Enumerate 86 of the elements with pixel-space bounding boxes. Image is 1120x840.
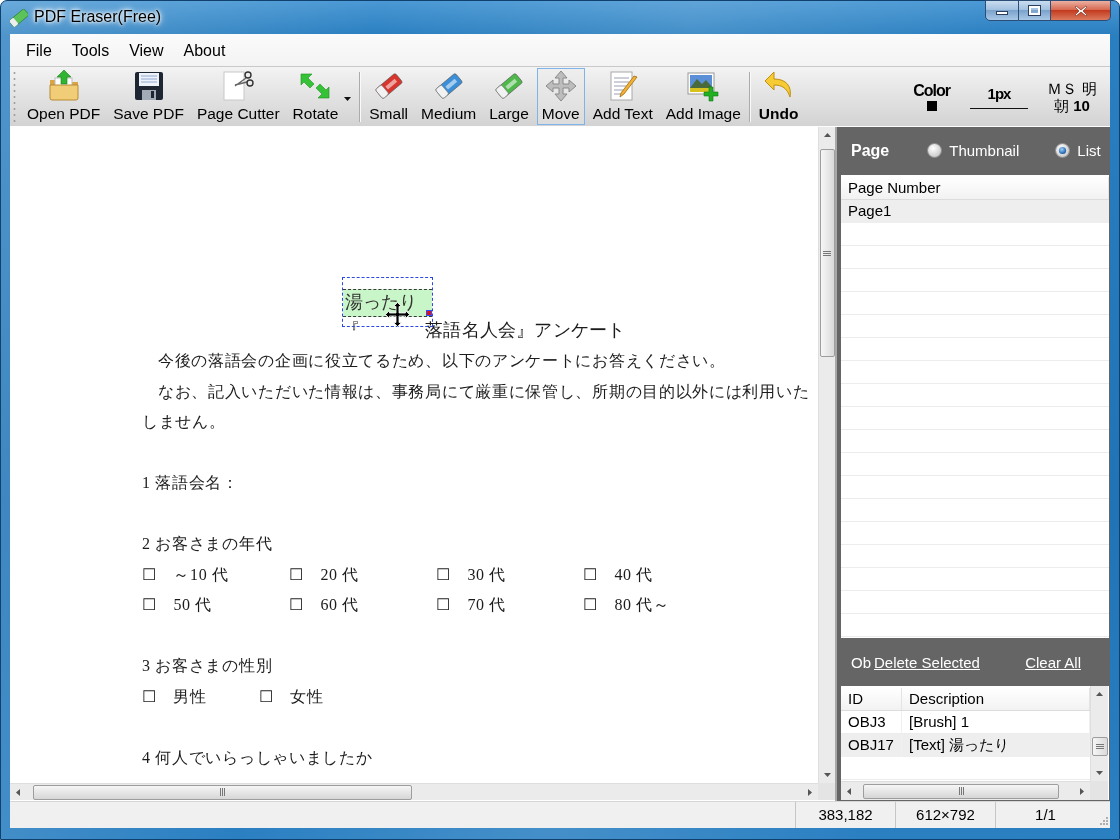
option-text: ☐ 20 代 <box>289 564 361 585</box>
option-text: ☐ 50 代 <box>142 595 214 615</box>
page-scissors-icon <box>222 70 255 102</box>
scrollbar-thumb[interactable] <box>1091 737 1108 756</box>
option-text: ☐ 60 代 <box>289 595 361 615</box>
toolbar-button[interactable]: Open PDF <box>22 68 106 125</box>
picture-plus-icon <box>687 70 720 102</box>
up-arrow-icon[interactable] <box>823 133 831 137</box>
paragraph: なお、記入いただいた情報は、事務局にて厳重に保管し、所期の目的以外には利用いたしません。 <box>142 381 811 432</box>
toolbar-button[interactable]: Add Image <box>660 68 746 125</box>
column-header[interactable]: Page Number <box>841 177 1109 199</box>
question-text: 4 何人でいらっしゃいましたか <box>142 747 374 768</box>
right-arrow-icon[interactable] <box>1080 787 1084 795</box>
panel-title: Ob <box>851 653 871 671</box>
status-text: 383,182 <box>795 802 895 828</box>
down-arrow-icon[interactable] <box>823 773 831 777</box>
window-title: PDF Eraser(Free) <box>34 7 162 27</box>
minimize-button[interactable] <box>985 0 1019 21</box>
menu-item[interactable]: File <box>16 39 62 63</box>
grip-icon <box>1095 744 1104 749</box>
option-text: ☐ 80 代～ <box>583 595 671 615</box>
option-text: ☐ ～10 代 <box>142 564 230 585</box>
line-sample-icon <box>970 107 1028 109</box>
status-text: 612×792 <box>895 802 995 828</box>
resize-handle[interactable] <box>426 310 432 316</box>
down-arrow-icon[interactable] <box>1096 771 1103 775</box>
up-arrow-icon[interactable] <box>1096 692 1103 696</box>
link[interactable]: Delete Selected <box>874 653 980 671</box>
scrollbar-thumb[interactable] <box>33 784 412 800</box>
column-header[interactable]: ID <box>841 688 902 710</box>
link[interactable]: Clear All <box>1025 653 1081 671</box>
double-arrow-icon <box>299 70 332 102</box>
left-arrow-icon[interactable] <box>847 787 851 795</box>
close-button[interactable] <box>1051 0 1111 21</box>
radio-button[interactable]: Thumbnail <box>927 142 1020 159</box>
horizontal-scrollbar[interactable] <box>841 781 1090 800</box>
question-text: 1 落語会名： <box>142 473 240 493</box>
option-text: ☐ 30 代 <box>436 564 508 585</box>
maximize-button[interactable] <box>1019 0 1051 21</box>
menu-item[interactable]: Tools <box>61 39 120 63</box>
menu-item[interactable]: View <box>119 39 174 63</box>
option-text: ☐ 男性 <box>142 686 207 707</box>
right-arrow-icon[interactable] <box>808 788 812 796</box>
grip-icon <box>958 787 964 795</box>
table-cell: OBJ17 <box>841 734 902 757</box>
toolbar-button[interactable]: Medium <box>416 68 482 125</box>
toolbar-button[interactable]: Large <box>484 68 534 125</box>
toolbar-button[interactable]: Page Cutter <box>191 68 285 125</box>
toolbar-button[interactable]: Add Text <box>587 68 658 125</box>
paragraph: 今後の落語会の企画に役立てるため、以下のアンケートにお答えください。 <box>157 351 727 371</box>
eraser-icon <box>10 9 28 27</box>
grip-icon <box>823 250 831 256</box>
toolbar-button[interactable]: Undo <box>753 68 804 125</box>
resize-grip-icon[interactable] <box>1100 817 1108 825</box>
radio-button[interactable]: List <box>1055 142 1101 159</box>
toolbar-button[interactable]: Rotate <box>287 68 357 125</box>
left-arrow-icon[interactable] <box>16 788 20 796</box>
line-width-button[interactable]: 1px <box>970 84 1028 109</box>
toolbar-button[interactable]: Small <box>364 68 414 125</box>
list-row[interactable]: OBJ17 [Text] 湯ったり <box>841 734 1090 757</box>
horizontal-scrollbar[interactable] <box>10 783 818 800</box>
text-box[interactable]: 湯ったり <box>343 289 432 317</box>
option-text: ☐ 女性 <box>258 686 324 707</box>
list-row[interactable]: Page1 <box>841 200 1109 223</box>
status-text: 1/1 <box>995 802 1095 828</box>
maximize-icon <box>1028 5 1041 16</box>
scrollbar-thumb[interactable] <box>863 783 1059 799</box>
panel-title: Page <box>851 141 890 160</box>
folder-icon <box>47 70 80 102</box>
close-icon <box>1073 4 1088 17</box>
vertical-scrollbar[interactable] <box>818 127 835 783</box>
move-icon <box>544 70 577 102</box>
grip-icon <box>13 71 16 122</box>
question-text: 2 お客さまの年代 <box>142 534 274 554</box>
color-button[interactable]: Color <box>913 82 950 111</box>
toolbar-button[interactable]: Move <box>536 68 585 125</box>
vertical-scrollbar[interactable] <box>1090 686 1108 781</box>
question-text: 3 お客さまの性別 <box>142 656 274 676</box>
scrollbar-thumb[interactable] <box>819 149 835 357</box>
option-text: ☐ 40 代 <box>583 564 655 585</box>
option-text: ☐ 70 代 <box>436 595 508 615</box>
font-button[interactable]: ＭＳ 明朝 10 <box>1044 79 1100 114</box>
toolbar-button[interactable]: Save PDF <box>108 68 189 125</box>
menu-item[interactable]: About <box>173 39 236 63</box>
minimize-icon <box>996 11 1008 15</box>
grip-icon <box>220 788 225 796</box>
